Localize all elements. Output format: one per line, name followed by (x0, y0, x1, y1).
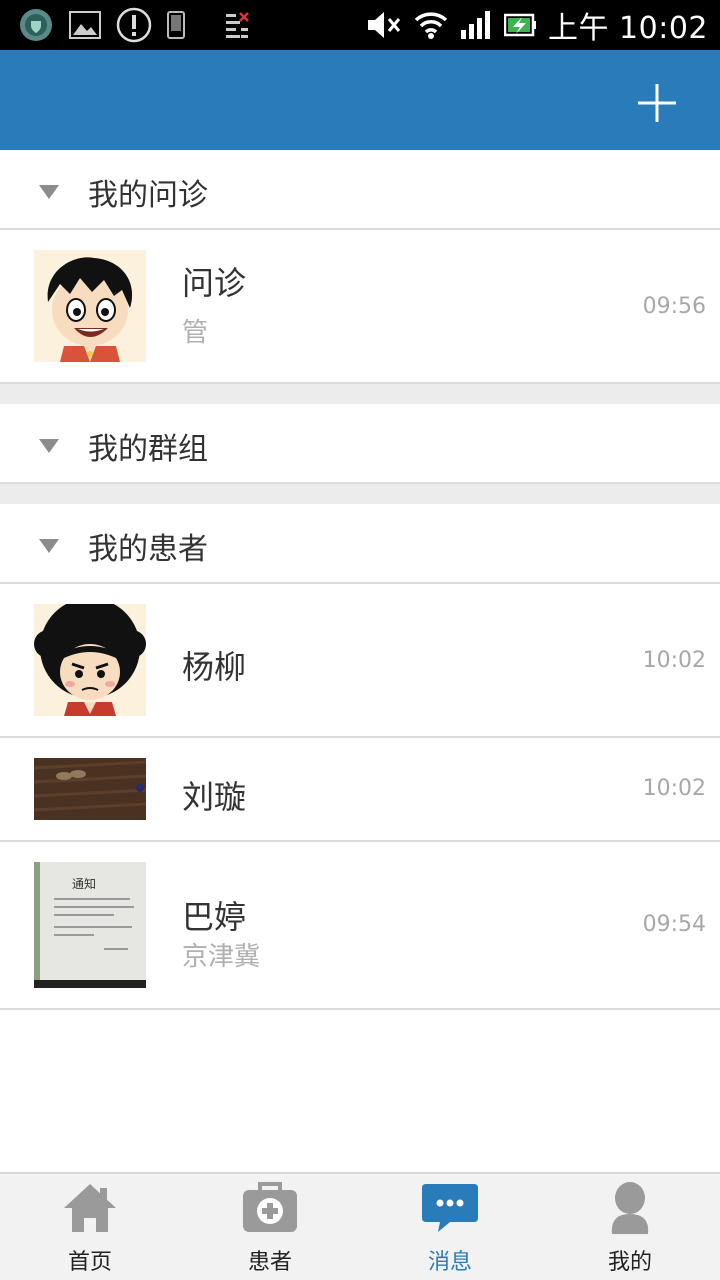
cartoon-afro-avatar (34, 604, 146, 716)
signal-icon (460, 10, 492, 40)
notice-paper-avatar: 通知 (34, 862, 146, 988)
add-button[interactable] (638, 84, 676, 122)
nav-label: 消息 (427, 1250, 472, 1275)
alert-icon (116, 7, 152, 43)
chat-bubble-icon (422, 1184, 478, 1232)
section-divider (0, 384, 720, 404)
list-item[interactable]: 问诊 管 09:56 (0, 230, 720, 384)
person-icon (611, 1182, 649, 1234)
nav-messages[interactable]: 消息 (360, 1174, 540, 1280)
data-icon (224, 11, 250, 39)
svg-text:通知: 通知 (72, 877, 96, 891)
wifi-icon (414, 10, 448, 40)
contact-name: 杨柳 (182, 648, 247, 686)
shield-app-icon (18, 7, 54, 43)
status-time: 上午 10:02 (548, 11, 708, 46)
cartoon-boy-avatar (34, 250, 146, 362)
message-time: 10:02 (642, 776, 706, 801)
message-time: 09:56 (642, 294, 706, 319)
list-item[interactable]: 通知 巴婷 京津冀 09:54 (0, 842, 720, 1010)
message-time: 10:02 (642, 648, 706, 673)
nav-profile[interactable]: 我的 (540, 1174, 720, 1280)
home-icon (64, 1184, 116, 1232)
list-item[interactable]: 刘璇 10:02 (0, 738, 720, 842)
section-header-groups[interactable]: 我的群组 (0, 404, 720, 484)
status-bar: 上午 10:02 (0, 0, 720, 50)
section-divider (0, 484, 720, 504)
plus-icon (638, 84, 676, 122)
image-icon (68, 10, 102, 40)
message-time: 09:54 (642, 912, 706, 937)
contact-subtitle: 京津冀 (182, 942, 261, 972)
status-bar-system: 上午 10:02 (366, 7, 708, 46)
contact-name: 问诊 (182, 264, 247, 302)
list-item[interactable]: 杨柳 10:02 (0, 584, 720, 738)
message-list: 我的问诊 问诊 管 09:56 我的群组 我的患者 杨柳 10:02 刘璇 10… (0, 150, 720, 1010)
nav-home[interactable]: 首页 (0, 1174, 180, 1280)
app-bar (0, 50, 720, 150)
medical-kit-icon (243, 1182, 297, 1232)
nav-label: 患者 (247, 1250, 292, 1275)
status-bar-notifications (18, 7, 250, 43)
section-title: 我的患者 (88, 532, 208, 567)
section-header-patients[interactable]: 我的患者 (0, 504, 720, 584)
collapse-triangle-icon (39, 439, 59, 453)
bottom-nav: 首页 患者 消息 我的 (0, 1172, 720, 1280)
phone-icon (166, 10, 186, 40)
collapse-triangle-icon (39, 539, 59, 553)
section-title: 我的群组 (88, 432, 208, 467)
contact-name: 巴婷 (182, 898, 247, 936)
collapse-triangle-icon (39, 185, 59, 199)
nav-label: 我的 (607, 1250, 652, 1275)
nav-patients[interactable]: 患者 (180, 1174, 360, 1280)
floor-photo-avatar (34, 758, 146, 820)
contact-subtitle: 管 (182, 318, 209, 348)
section-header-consult[interactable]: 我的问诊 (0, 150, 720, 230)
mute-icon (366, 10, 402, 40)
section-title: 我的问诊 (88, 178, 208, 213)
battery-icon (504, 12, 536, 38)
nav-label: 首页 (67, 1250, 112, 1275)
contact-name: 刘璇 (182, 778, 247, 816)
